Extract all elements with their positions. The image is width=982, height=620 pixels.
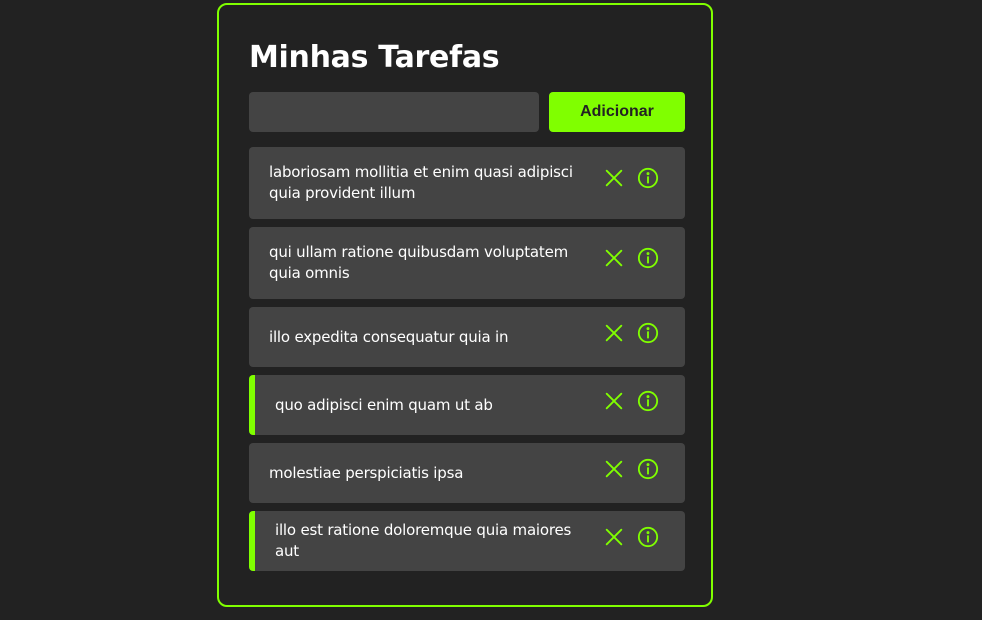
close-icon — [605, 249, 623, 267]
task-actions — [603, 322, 659, 344]
task-text: qui ullam ratione quibusdam voluptatem q… — [269, 243, 569, 282]
task-text: molestiae perspiciatis ipsa — [269, 463, 464, 482]
task-item-completed[interactable]: quo adipisci enim quam ut ab — [249, 375, 685, 435]
task-details-button[interactable] — [637, 322, 659, 344]
task-details-button[interactable] — [637, 458, 659, 480]
info-icon — [637, 247, 659, 269]
close-icon — [605, 528, 623, 546]
task-item-completed[interactable]: illo est ratione doloremque quia maiores… — [249, 511, 685, 571]
close-icon — [605, 460, 623, 478]
task-details-button[interactable] — [637, 247, 659, 269]
page-title: Minhas Tarefas — [249, 40, 500, 75]
task-actions — [603, 526, 659, 548]
task-item[interactable]: illo expedita consequatur quia in — [249, 307, 685, 367]
task-actions — [603, 390, 659, 412]
task-input[interactable] — [249, 92, 539, 132]
task-list: laboriosam mollitia et enim quasi adipis… — [249, 147, 685, 579]
task-item[interactable]: laboriosam mollitia et enim quasi adipis… — [249, 147, 685, 219]
task-details-button[interactable] — [637, 390, 659, 412]
remove-task-button[interactable] — [603, 322, 625, 344]
remove-task-button[interactable] — [603, 526, 625, 548]
task-text: illo est ratione doloremque quia maiores… — [275, 521, 572, 560]
task-text: laboriosam mollitia et enim quasi adipis… — [269, 163, 573, 202]
remove-task-button[interactable] — [603, 390, 625, 412]
add-task-form: Adicionar — [249, 92, 685, 132]
info-icon — [637, 167, 659, 189]
task-actions — [603, 167, 659, 189]
close-icon — [605, 169, 623, 187]
remove-task-button[interactable] — [603, 247, 625, 269]
task-details-button[interactable] — [637, 526, 659, 548]
close-icon — [605, 392, 623, 410]
task-app-card: Minhas Tarefas Adicionar laboriosam moll… — [217, 3, 713, 607]
info-icon — [637, 458, 659, 480]
info-icon — [637, 322, 659, 344]
task-details-button[interactable] — [637, 167, 659, 189]
remove-task-button[interactable] — [603, 458, 625, 480]
task-text: quo adipisci enim quam ut ab — [275, 395, 493, 414]
remove-task-button[interactable] — [603, 167, 625, 189]
task-actions — [603, 458, 659, 480]
task-actions — [603, 247, 659, 269]
close-icon — [605, 324, 623, 342]
task-text: illo expedita consequatur quia in — [269, 327, 509, 346]
task-item[interactable]: molestiae perspiciatis ipsa — [249, 443, 685, 503]
task-item[interactable]: qui ullam ratione quibusdam voluptatem q… — [249, 227, 685, 299]
add-task-button[interactable]: Adicionar — [549, 92, 685, 132]
info-icon — [637, 526, 659, 548]
info-icon — [637, 390, 659, 412]
